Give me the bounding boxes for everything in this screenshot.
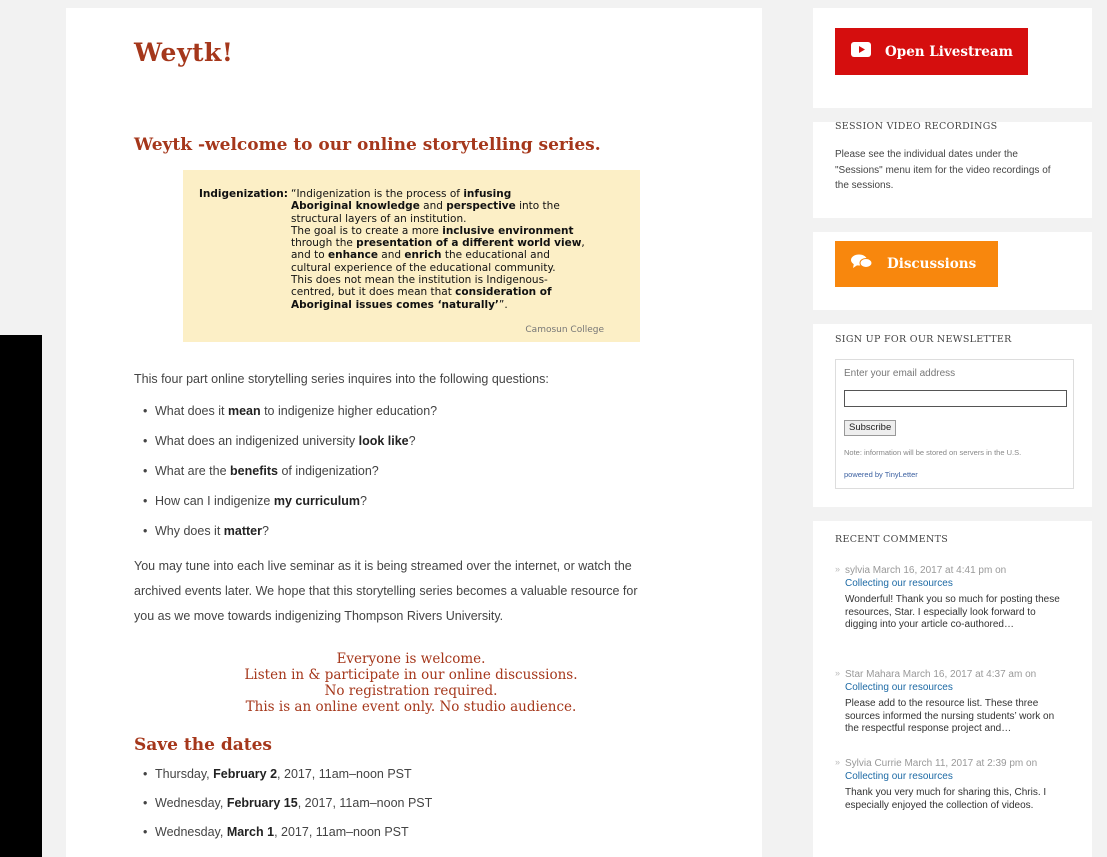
email-field[interactable] — [844, 390, 1067, 407]
question-item: What are the benefits of indigenization? — [134, 464, 694, 494]
youtube-play-icon — [851, 42, 871, 61]
page-title: Weytk! — [134, 38, 234, 67]
quote-line: This does not mean the institution is In… — [291, 274, 548, 287]
email-label: Enter your email address — [844, 368, 956, 379]
powered-by-link[interactable]: powered by TinyLetter — [844, 470, 918, 479]
question-item: How can I indigenize my curriculum? — [134, 494, 694, 524]
discussions-label: Discussions — [887, 256, 977, 272]
quote-line: structural layers of an institution. — [291, 212, 467, 225]
recent-comments-title: RECENT COMMENTS — [835, 534, 949, 545]
welcome-line: No registration required. — [324, 683, 498, 699]
welcome-line: Listen in & participate in our online di… — [244, 667, 578, 683]
comment-excerpt: Thank you very much for sharing this, Ch… — [845, 787, 1047, 811]
comment-item: Star Mahara March 16, 2017 at 4:37 am on… — [835, 667, 1065, 736]
discussions-button[interactable]: Discussions — [835, 241, 998, 287]
sidebar: Open Livestream SESSION VIDEO RECORDINGS… — [813, 8, 1092, 857]
quote-line: and to enhance and enrich the educationa… — [291, 249, 550, 262]
comment-item: sylvia March 16, 2017 at 4:41 pm on Coll… — [835, 563, 1065, 632]
comment-excerpt: Wonderful! Thank you so much for posting… — [845, 594, 1060, 630]
question-list: What does it mean to indigenize higher e… — [134, 404, 694, 554]
question-item: Why does it matter? — [134, 524, 694, 554]
quote-line: Aboriginal knowledge and perspective int… — [291, 200, 560, 213]
intro-text: This four part online storytelling serie… — [134, 372, 549, 386]
series-description: You may tune into each live seminar as i… — [134, 554, 694, 629]
dates-list: Thursday, February 2, 2017, 11am–noon PS… — [134, 767, 694, 854]
quote-line: The goal is to create a more inclusive e… — [291, 224, 574, 237]
subscribe-button[interactable]: Subscribe — [844, 420, 897, 436]
welcome-notice: Everyone is welcome. Listen in & particip… — [128, 651, 694, 715]
comment-post-link[interactable]: Collecting our resources — [835, 770, 1065, 783]
quote-line: through the presentation of a different … — [291, 237, 585, 250]
newsletter-form: Enter your email address Subscribe Note:… — [835, 359, 1074, 489]
description-line: you as we move towards indigenizing Thom… — [134, 609, 504, 623]
speech-bubbles-icon — [851, 254, 873, 274]
recordings-text: Please see the individual dates under th… — [835, 149, 1051, 191]
newsletter-title: SIGN UP FOR OUR NEWSLETTER — [835, 334, 1012, 345]
newsletter-note: Note: information will be stored on serv… — [844, 448, 1022, 457]
comment-item: Sylvia Currie March 11, 2017 at 2:39 pm … — [835, 756, 1065, 812]
date-item: Wednesday, March 1, 2017, 11am–noon PST — [134, 825, 694, 854]
comment-author: Star Mahara March 16, 2017 at 4:37 am on — [835, 667, 1065, 681]
quote-line: Aboriginal issues comes ‘naturally’”. — [291, 298, 508, 311]
quote-source: Camosun College — [525, 324, 604, 335]
question-item: What does it mean to indigenize higher e… — [134, 404, 694, 434]
quote-line: “Indigenization is the process of infusi… — [291, 188, 512, 200]
recordings-title: SESSION VIDEO RECORDINGS — [835, 121, 998, 132]
comment-post-link[interactable]: Collecting our resources — [835, 577, 1065, 590]
date-item: Thursday, February 2, 2017, 11am–noon PS… — [134, 767, 694, 796]
comment-excerpt: Please add to the resource list. These t… — [845, 698, 1055, 734]
comment-post-link[interactable]: Collecting our resources — [835, 681, 1065, 694]
quote-line: cultural experience of the educational c… — [291, 261, 556, 274]
indigenization-quote: Indigenization: “Indigenization is the p… — [183, 170, 640, 342]
question-item: What does an indigenized university look… — [134, 434, 694, 464]
quote-line: centred, but it does mean that considera… — [291, 286, 552, 299]
save-dates-heading: Save the dates — [134, 735, 272, 755]
comment-author: sylvia March 16, 2017 at 4:41 pm on — [835, 563, 1065, 577]
description-line: archived events later. We hope that this… — [134, 584, 638, 598]
date-item: Wednesday, February 15, 2017, 11am–noon … — [134, 796, 694, 825]
quote-label: Indigenization: — [199, 188, 288, 200]
open-livestream-button[interactable]: Open Livestream — [835, 28, 1028, 75]
quote-text: “Indigenization is the process of infusi… — [291, 185, 624, 311]
welcome-line: Everyone is welcome. — [336, 651, 486, 667]
livestream-label: Open Livestream — [885, 43, 1013, 60]
description-line: You may tune into each live seminar as i… — [134, 559, 632, 573]
welcome-line: This is an online event only. No studio … — [245, 699, 577, 715]
page-subtitle: Weytk -welcome to our online storytellin… — [134, 135, 601, 155]
comment-author: Sylvia Currie March 11, 2017 at 2:39 pm … — [835, 756, 1065, 770]
main-content: Weytk! Weytk -welcome to our online stor… — [66, 8, 762, 857]
black-edge-strip — [0, 335, 42, 857]
